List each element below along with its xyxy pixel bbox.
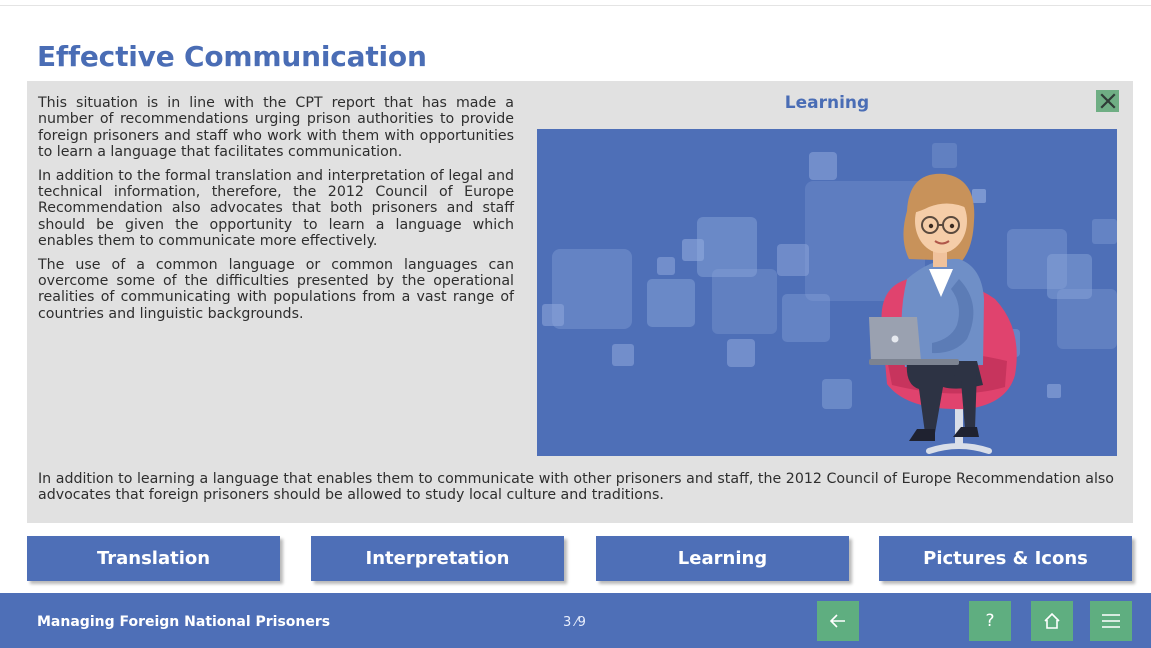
paragraph: In addition to the formal translation an… [38, 167, 514, 250]
learning-illustration [537, 129, 1117, 456]
close-button[interactable] [1096, 90, 1119, 112]
home-button[interactable] [1031, 601, 1073, 641]
interpretation-button[interactable]: Interpretation [311, 536, 564, 581]
bottom-paragraph: In addition to learning a language that … [38, 471, 1114, 504]
course-title: Managing Foreign National Prisoners [37, 614, 331, 630]
learning-button[interactable]: Learning [596, 536, 849, 581]
home-icon [1044, 612, 1060, 629]
back-button[interactable] [817, 601, 859, 641]
paragraph: The use of a common language or common l… [38, 256, 514, 322]
pictures-icons-button[interactable]: Pictures & Icons [879, 536, 1132, 581]
body-text: This situation is in line with the CPT r… [38, 95, 514, 329]
question-icon: ? [985, 611, 995, 631]
paragraph: This situation is in line with the CPT r… [38, 95, 514, 161]
media-title: Learning [784, 93, 870, 113]
learning-illustration-graphic [537, 129, 1117, 456]
menu-icon [1102, 614, 1120, 628]
page-title: Effective Communication [37, 40, 427, 73]
topic-nav: Translation Interpretation Learning Pict… [27, 536, 1133, 584]
content-panel: This situation is in line with the CPT r… [27, 81, 1133, 523]
arrow-left-icon [829, 614, 845, 628]
footer-bar: Managing Foreign National Prisoners 3 ⁄9… [0, 593, 1151, 648]
menu-button[interactable] [1090, 601, 1132, 641]
help-button[interactable]: ? [969, 601, 1011, 641]
page-counter: 3 ⁄9 [563, 615, 586, 630]
translation-button[interactable]: Translation [27, 536, 280, 581]
close-icon [1099, 93, 1116, 109]
top-border [0, 0, 1151, 6]
